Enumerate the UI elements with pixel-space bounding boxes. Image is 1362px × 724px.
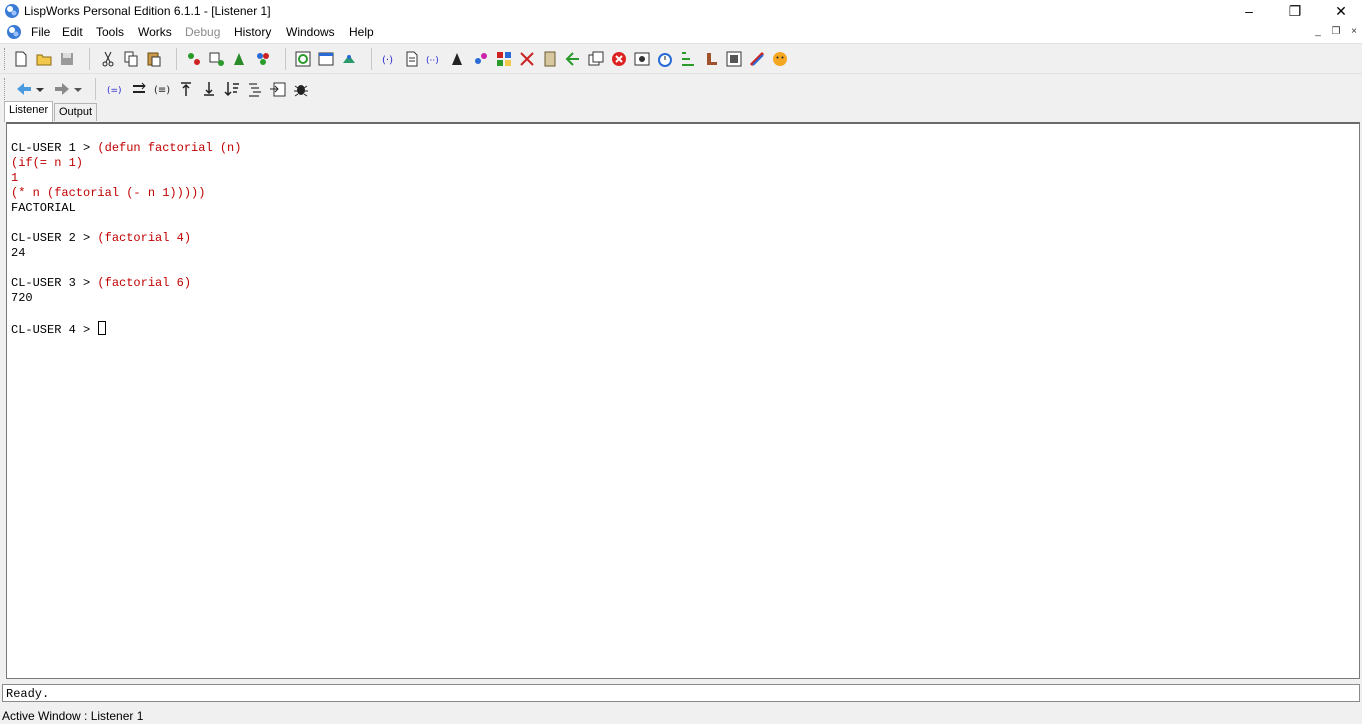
listener-output: 24 xyxy=(11,246,26,260)
toolbar-separator xyxy=(371,48,372,70)
class-browser-icon[interactable] xyxy=(207,49,227,69)
search-files-icon[interactable] xyxy=(563,49,583,69)
sort-down-icon[interactable] xyxy=(222,79,242,99)
restore-button[interactable]: ❐ xyxy=(1272,0,1318,22)
toolbar-grip[interactable] xyxy=(4,48,8,70)
listener-line: (if(= n 1) xyxy=(11,156,84,170)
menu-tools[interactable]: Tools xyxy=(96,25,124,39)
podium-icon[interactable] xyxy=(339,49,359,69)
menu-history[interactable]: History xyxy=(234,25,271,39)
compilation-conditions-icon[interactable] xyxy=(632,49,652,69)
toolbar-grip[interactable] xyxy=(4,78,8,100)
minimize-button[interactable]: – xyxy=(1226,0,1272,22)
back-arrow-icon[interactable] xyxy=(14,79,34,99)
listener-pane[interactable]: CL-USER 1 > (defun factorial (n) (if(= n… xyxy=(6,122,1360,679)
mdi-restore-button[interactable]: ❐ xyxy=(1328,25,1344,39)
main-toolbar: (·) (··) xyxy=(0,43,1362,74)
menu-works[interactable]: Works xyxy=(138,25,172,39)
menu-bar: File Edit Tools Works Debug History Wind… xyxy=(0,22,1362,43)
toolbar-separator xyxy=(176,48,177,70)
lispworks-menu-icon[interactable] xyxy=(6,24,22,40)
smiley-icon[interactable] xyxy=(770,49,790,69)
boot-icon[interactable] xyxy=(701,49,721,69)
lispworks-logo-icon xyxy=(4,3,20,19)
application-builder-icon[interactable] xyxy=(724,49,744,69)
evaluate-icon[interactable]: (=) xyxy=(106,79,126,99)
listener-line: CL-USER 2 > (factorial 4) xyxy=(11,231,192,245)
toolbar-separator xyxy=(95,78,96,100)
menu-debug[interactable]: Debug xyxy=(185,25,220,39)
color-palette-icon[interactable] xyxy=(747,49,767,69)
listener-line: (* n (factorial (- n 1))))) xyxy=(11,186,206,200)
close-button[interactable]: ✕ xyxy=(1318,0,1362,22)
listener-output: 720 xyxy=(11,291,33,305)
expand-icon[interactable]: (≡) xyxy=(152,79,172,99)
menu-help[interactable]: Help xyxy=(349,25,374,39)
svg-text:(··): (··) xyxy=(426,56,439,66)
process-browser-icon[interactable] xyxy=(471,49,491,69)
svg-text:(≡): (≡) xyxy=(154,85,170,96)
new-file-icon[interactable] xyxy=(11,49,31,69)
forward-arrow-icon[interactable] xyxy=(52,79,72,99)
inspect-icon[interactable] xyxy=(184,49,204,69)
listener-line: 1 xyxy=(11,171,19,185)
listener-output: FACTORIAL xyxy=(11,201,76,215)
save-icon[interactable] xyxy=(57,49,77,69)
bug-icon[interactable] xyxy=(291,79,311,99)
svg-text:(=): (=) xyxy=(107,86,122,96)
svg-text:(·): (·) xyxy=(382,55,393,66)
mdi-close-button[interactable]: × xyxy=(1346,25,1362,39)
listener-line: CL-USER 3 > (factorial 6) xyxy=(11,276,192,290)
tab-strip: Listener Output xyxy=(0,101,1362,122)
output-browser-icon[interactable]: (··) xyxy=(425,49,445,69)
tab-output[interactable]: Output xyxy=(54,103,98,121)
profiler-icon[interactable] xyxy=(448,49,468,69)
clipboard-icon[interactable] xyxy=(540,49,560,69)
back-dropdown-chevron-down-icon[interactable] xyxy=(34,79,46,99)
toolbar-separator xyxy=(285,48,286,70)
timer-icon[interactable] xyxy=(655,49,675,69)
up-to-top-icon[interactable] xyxy=(176,79,196,99)
refresh-icon[interactable] xyxy=(293,49,313,69)
listener-line: CL-USER 4 > xyxy=(11,321,107,337)
forward-dropdown-chevron-down-icon[interactable] xyxy=(72,79,84,99)
listener-icon[interactable]: (·) xyxy=(379,49,399,69)
echo-area: Ready. xyxy=(2,684,1360,702)
title-bar: LispWorks Personal Edition 6.1.1 - [List… xyxy=(0,0,1362,22)
open-folder-icon[interactable] xyxy=(34,49,54,69)
editor-icon[interactable] xyxy=(402,49,422,69)
text-cursor xyxy=(98,321,107,335)
object-clipboard-icon[interactable] xyxy=(494,49,514,69)
down-to-bottom-icon[interactable] xyxy=(199,79,219,99)
listener-line: CL-USER 1 > (defun factorial (n) xyxy=(11,141,242,155)
menu-file[interactable]: File xyxy=(31,25,50,39)
list-icon[interactable] xyxy=(245,79,265,99)
window-title: LispWorks Personal Edition 6.1.1 - [List… xyxy=(24,4,271,18)
menu-edit[interactable]: Edit xyxy=(62,25,83,39)
window-browser-icon[interactable] xyxy=(316,49,336,69)
tracer-icon[interactable] xyxy=(517,49,537,69)
navigation-toolbar: (=) (≡) xyxy=(0,73,1362,102)
backtrace-icon[interactable] xyxy=(268,79,288,99)
paste-icon[interactable] xyxy=(144,49,164,69)
symbol-browser-icon[interactable] xyxy=(678,49,698,69)
mdi-minimize-button[interactable]: _ xyxy=(1310,25,1326,39)
tab-listener[interactable]: Listener xyxy=(4,101,54,122)
copy-icon[interactable] xyxy=(121,49,141,69)
system-browser-icon[interactable] xyxy=(253,49,273,69)
stop-icon[interactable] xyxy=(609,49,629,69)
toolbar-separator xyxy=(89,48,90,70)
cut-icon[interactable] xyxy=(98,49,118,69)
shell-icon[interactable] xyxy=(586,49,606,69)
status-bar: Active Window : Listener 1 xyxy=(2,709,144,723)
macroexpand-icon[interactable] xyxy=(129,79,149,99)
menu-windows[interactable]: Windows xyxy=(286,25,335,39)
generic-function-browser-icon[interactable] xyxy=(230,49,250,69)
